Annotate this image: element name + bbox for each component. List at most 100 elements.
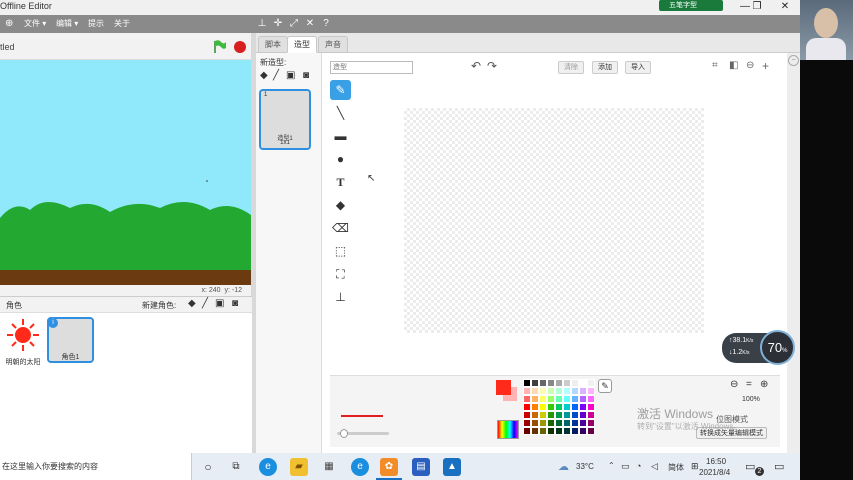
tab-sounds[interactable]: 声音 (318, 36, 348, 53)
color-swatch[interactable] (563, 411, 571, 419)
notification-icon[interactable]: ▭ (745, 460, 755, 473)
color-swatch[interactable] (563, 427, 571, 435)
color-swatch[interactable] (547, 395, 555, 403)
menu-tips[interactable]: 提示 (88, 18, 104, 29)
color-picker-gradient[interactable] (497, 420, 519, 439)
color-swatch[interactable] (555, 387, 563, 395)
wifi-icon[interactable]: ◔ (636, 461, 641, 471)
color-swatch[interactable] (547, 419, 555, 427)
color-swatch[interactable] (547, 427, 555, 435)
color-swatch[interactable] (547, 387, 555, 395)
color-swatch[interactable] (587, 387, 595, 395)
fill-icon[interactable]: ◆ (330, 195, 351, 215)
color-swatch[interactable] (555, 403, 563, 411)
weather-icon[interactable]: ☁ (558, 460, 569, 473)
color-swatch[interactable] (539, 387, 547, 395)
color-swatch[interactable] (531, 379, 539, 387)
file-explorer-icon[interactable]: ▰ (290, 458, 308, 476)
minus-icon[interactable]: − (788, 55, 799, 66)
ime-badge[interactable]: 五笔字型 (659, 0, 723, 11)
color-swatch[interactable] (555, 379, 563, 387)
color-swatch[interactable] (563, 387, 571, 395)
color-swatch[interactable] (555, 419, 563, 427)
color-swatch[interactable] (531, 427, 539, 435)
text-icon[interactable]: T (330, 172, 351, 192)
color-swatch[interactable] (539, 427, 547, 435)
color-swatch[interactable] (579, 427, 587, 435)
redo-icon[interactable]: ↷ (487, 59, 497, 73)
color-swatch[interactable] (579, 395, 587, 403)
import-button[interactable]: 导入 (625, 61, 651, 74)
flip-horizontal-icon[interactable]: ◧ (729, 60, 738, 71)
color-swatch[interactable] (539, 419, 547, 427)
menu-file[interactable]: 文件 ▾ (24, 18, 46, 29)
tab-costumes[interactable]: 造型 (287, 36, 317, 53)
help-icon[interactable]: ? (319, 17, 333, 31)
color-swatch[interactable] (539, 395, 547, 403)
network-icon[interactable]: ▭ (621, 461, 630, 472)
rectangle-icon[interactable]: ▬ (330, 126, 351, 146)
color-swatch[interactable] (563, 403, 571, 411)
input-method-icon[interactable]: ⊞ (691, 461, 699, 472)
color-swatch[interactable] (571, 419, 579, 427)
eyedropper-icon[interactable]: ✎ (598, 379, 612, 393)
color-swatch[interactable] (587, 419, 595, 427)
clock-time[interactable]: 16:50 (706, 457, 726, 466)
color-swatch-grid[interactable] (523, 379, 595, 440)
color-swatch[interactable] (579, 419, 587, 427)
color-swatch[interactable] (555, 395, 563, 403)
volume-icon[interactable]: ◁ (651, 461, 658, 472)
edge-icon[interactable]: e (259, 458, 277, 476)
clear-button[interactable]: 清除 (558, 61, 584, 74)
green-flag-icon[interactable] (213, 40, 227, 54)
scratch-app-icon[interactable]: ✿ (380, 458, 398, 476)
task-view-icon[interactable]: ⧉ (227, 458, 245, 476)
color-swatch[interactable] (523, 395, 531, 403)
menu-about[interactable]: 关于 (114, 18, 130, 29)
tray-up-icon[interactable]: ⌃ (608, 461, 615, 470)
stage[interactable] (0, 60, 251, 285)
color-swatch[interactable] (563, 395, 571, 403)
upload-sprite-icon[interactable]: ▣ (215, 298, 224, 309)
color-swatch[interactable] (579, 403, 587, 411)
color-swatch[interactable] (571, 395, 579, 403)
select-remove-background-icon[interactable]: ⛶ (330, 264, 351, 284)
ime-language[interactable]: 简体 (668, 462, 684, 473)
stamp-icon[interactable]: ⊥ (255, 17, 269, 31)
drawing-canvas[interactable] (404, 108, 704, 333)
color-swatch[interactable] (555, 411, 563, 419)
expand-icon[interactable]: ⤢ (287, 17, 301, 31)
ellipse-icon[interactable]: ● (330, 149, 351, 169)
color-swatch[interactable] (523, 379, 531, 387)
color-swatch[interactable] (563, 419, 571, 427)
color-swatch[interactable] (539, 411, 547, 419)
clock-date[interactable]: 2021/8/4 (699, 468, 730, 477)
costume-name-input[interactable] (330, 61, 413, 74)
sprite-item-selected[interactable]: i 角色1 (47, 317, 94, 363)
slider-handle[interactable] (340, 429, 348, 438)
choose-costume-icon[interactable]: ◆ (260, 70, 268, 81)
set-center-icon[interactable]: + (762, 59, 769, 73)
zoom-reset-icon[interactable]: = (746, 379, 752, 390)
cortana-icon[interactable]: ○ (199, 458, 217, 476)
color-swatch[interactable] (587, 403, 595, 411)
paint-costume-icon[interactable]: ╱ (273, 70, 279, 81)
color-swatch[interactable] (539, 403, 547, 411)
eraser-icon[interactable]: ⌫ (330, 218, 351, 238)
color-swatch[interactable] (563, 379, 571, 387)
color-swatch[interactable] (547, 379, 555, 387)
choose-sprite-icon[interactable]: ◆ (188, 298, 196, 309)
shrink-icon[interactable]: ✕ (303, 17, 317, 31)
color-swatch[interactable] (531, 419, 539, 427)
color-swatch[interactable] (579, 387, 587, 395)
color-swatch[interactable] (587, 395, 595, 403)
color-swatch[interactable] (571, 379, 579, 387)
info-icon[interactable]: i (48, 318, 58, 328)
weather-temp[interactable]: 33°C (576, 462, 594, 471)
color-swatch[interactable] (531, 395, 539, 403)
maximize-button[interactable]: ❐ (747, 0, 767, 15)
costume-item[interactable]: 1 造型1 1x1 (259, 89, 311, 150)
color-swatch[interactable] (523, 427, 531, 435)
sprite-item-sun[interactable]: 明朝的太阳 (3, 317, 43, 367)
primary-color-swatch[interactable] (496, 380, 511, 395)
